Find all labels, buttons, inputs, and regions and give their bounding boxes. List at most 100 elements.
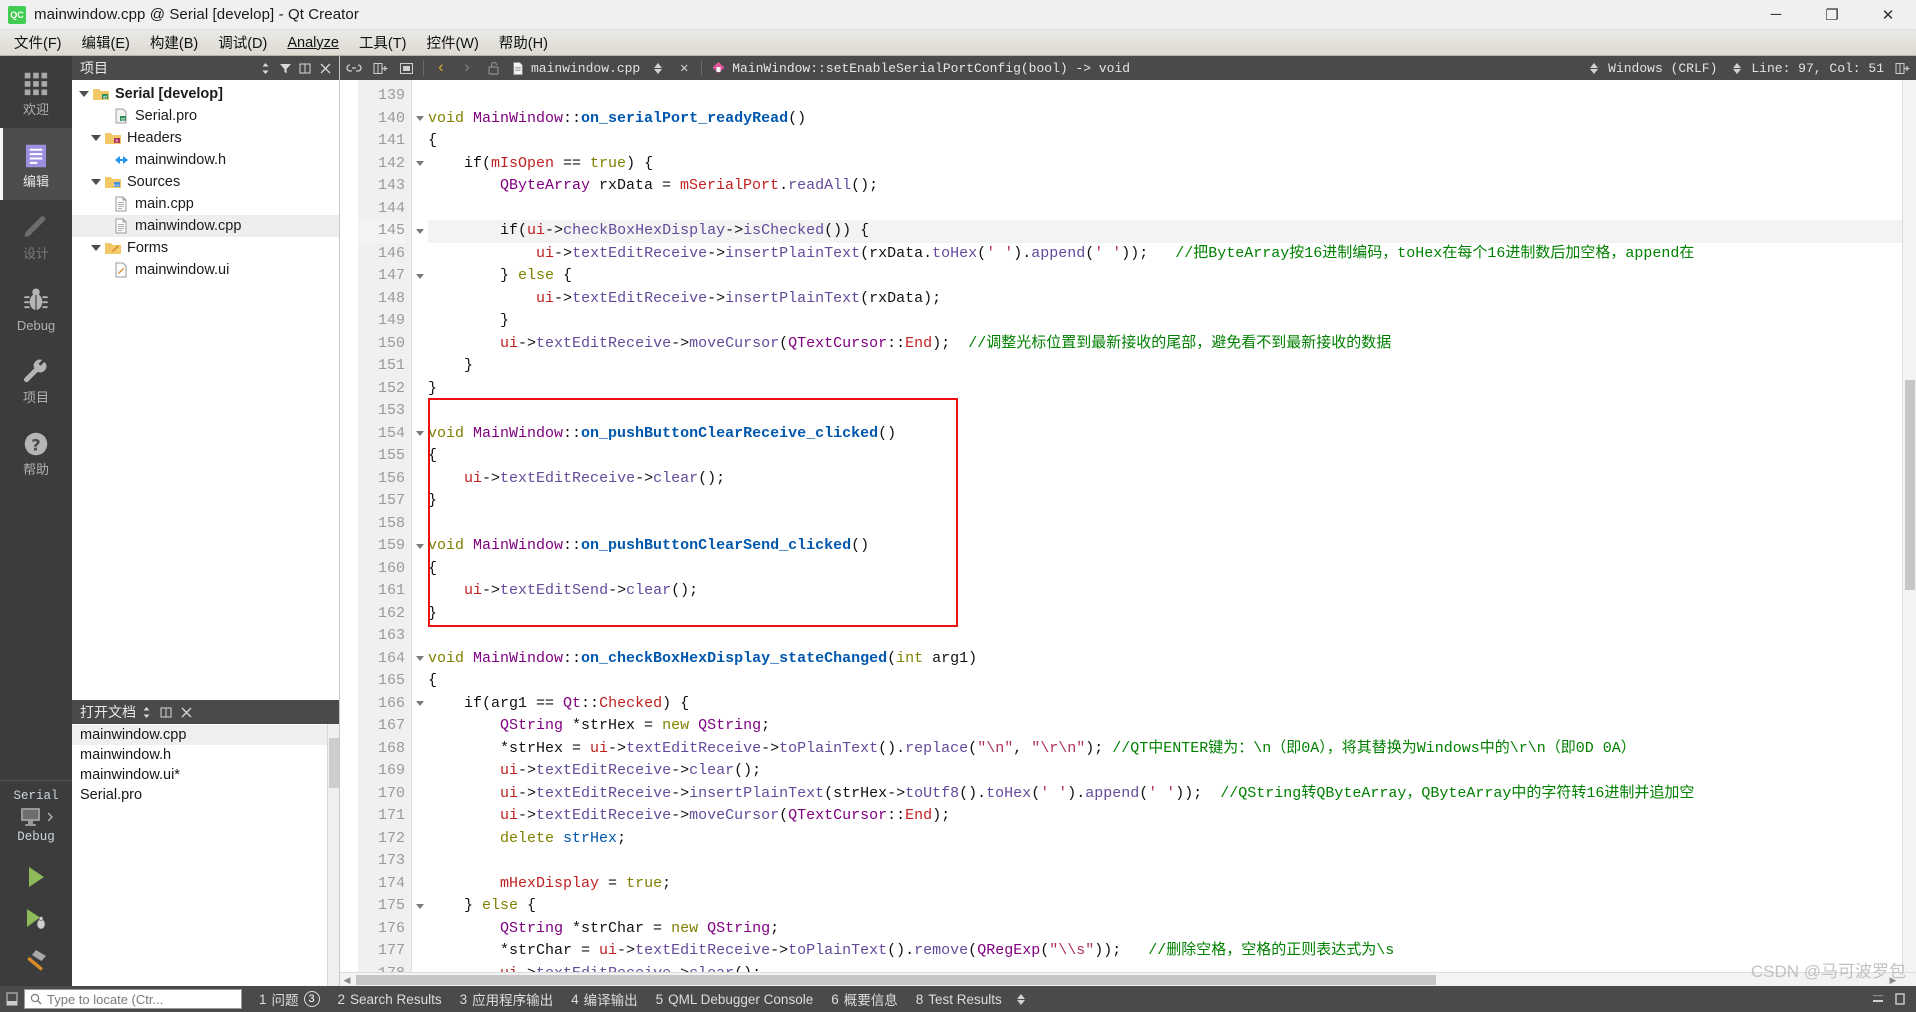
mode-design[interactable]: 设计 [0, 200, 72, 272]
code-line[interactable]: ui->textEditReceive->clear(); [428, 468, 1916, 491]
filter-icon[interactable] [275, 58, 295, 78]
cursor-pos-updown-icon[interactable] [1725, 57, 1749, 79]
code-line[interactable]: } else { [428, 895, 1916, 918]
code-line[interactable]: void MainWindow::on_pushButtonClearRecei… [428, 423, 1916, 446]
code-text[interactable]: void MainWindow::on_serialPort_readyRead… [428, 80, 1916, 972]
menu-analyze[interactable]: Analyze [277, 32, 349, 54]
code-line[interactable] [428, 625, 1916, 648]
split-icon[interactable] [156, 702, 176, 722]
code-line[interactable]: void MainWindow::on_checkBoxHexDisplay_s… [428, 648, 1916, 671]
code-line[interactable]: ui->textEditReceive->insertPlainText(rxD… [428, 288, 1916, 311]
link-split-icon[interactable] [342, 57, 366, 79]
code-line[interactable]: *strChar = ui->textEditReceive->toPlainT… [428, 940, 1916, 963]
expander-icon[interactable] [88, 135, 104, 141]
scrollbar-thumb[interactable] [1905, 380, 1915, 590]
open-doc-item[interactable]: mainwindow.cpp [72, 725, 339, 745]
split-icon[interactable] [295, 58, 315, 78]
tree-item-serial-pro[interactable]: qt Serial.pro [72, 105, 339, 127]
scrollbar-thumb[interactable] [329, 738, 339, 788]
cursor-position-label[interactable]: Line: 97, Col: 51 [1751, 61, 1888, 76]
code-editor[interactable]: 139 140 141 142 143 144 145 146 147 148 149 150 151 1… [340, 80, 1916, 972]
mode-welcome[interactable]: 欢迎 [0, 56, 72, 128]
code-line[interactable]: delete strHex; [428, 828, 1916, 851]
editor-marks-gutter[interactable] [340, 80, 358, 972]
fold-marker-icon[interactable] [412, 220, 428, 243]
output-tab-test-results[interactable]: 8 Test Results [907, 986, 1011, 1012]
file-combobox-updown-icon[interactable] [646, 57, 670, 79]
nav-forward-button[interactable]: › [455, 57, 479, 79]
code-line[interactable]: { [428, 445, 1916, 468]
code-line[interactable]: QString *strHex = new QString; [428, 715, 1916, 738]
unlock-icon[interactable] [481, 57, 505, 79]
mode-edit[interactable]: 编辑 [0, 128, 72, 200]
output-tab-general-messages[interactable]: 6 概要信息 [822, 986, 907, 1012]
expander-icon[interactable] [88, 245, 104, 251]
code-line[interactable]: *strHex = ui->textEditReceive->toPlainTe… [428, 738, 1916, 761]
fold-marker-icon[interactable] [412, 153, 428, 176]
nav-back-button[interactable]: ‹ [429, 57, 453, 79]
output-tab-app-output[interactable]: 3 应用程序输出 [451, 986, 563, 1012]
sort-icon[interactable] [136, 702, 156, 722]
output-tab-compile-output[interactable]: 4 编译输出 [562, 986, 647, 1012]
split-editor-icon[interactable] [1890, 57, 1914, 79]
open-doc-item[interactable]: mainwindow.ui* [72, 765, 339, 785]
mode-debug[interactable]: Debug [0, 272, 72, 344]
menu-help[interactable]: 帮助(H) [489, 29, 558, 56]
code-line[interactable]: } [428, 310, 1916, 333]
code-line[interactable]: } [428, 490, 1916, 513]
output-tab-search-results[interactable]: 2 Search Results [329, 986, 451, 1012]
code-line[interactable]: ui->textEditReceive->moveCursor(QTextCur… [428, 333, 1916, 356]
code-line[interactable]: { [428, 130, 1916, 153]
code-line[interactable] [428, 85, 1916, 108]
minimize-output-icon[interactable] [1868, 992, 1888, 1006]
expander-icon[interactable] [76, 91, 92, 97]
maximize-button[interactable]: ❐ [1804, 0, 1860, 30]
build-button[interactable] [20, 946, 52, 976]
fold-marker-icon[interactable] [412, 265, 428, 288]
line-ending-updown-icon[interactable] [1582, 57, 1606, 79]
output-tab-qml-debugger[interactable]: 5 QML Debugger Console [647, 986, 823, 1012]
menu-file[interactable]: 文件(F) [4, 29, 72, 56]
editor-horizontal-scrollbar[interactable]: ◀ ▶ [340, 972, 1916, 986]
output-tabs-overflow-icon[interactable] [1011, 993, 1031, 1005]
code-line[interactable]: ui->textEditReceive->clear(); [428, 963, 1916, 973]
editor-file-combobox[interactable]: mainwindow.cpp [507, 61, 644, 76]
fold-marker-icon[interactable] [412, 423, 428, 446]
menu-window[interactable]: 控件(W) [416, 29, 488, 56]
locator-input[interactable]: Type to locate (Ctr... [24, 989, 242, 1009]
code-line[interactable]: ui->textEditReceive->moveCursor(QTextCur… [428, 805, 1916, 828]
line-ending-label[interactable]: Windows (CRLF) [1608, 61, 1717, 76]
tree-item-forms[interactable]: Forms [72, 237, 339, 259]
output-pane-toggle-icon[interactable] [2, 992, 22, 1006]
minimize-button[interactable]: ─ [1748, 0, 1804, 30]
fold-marker-icon[interactable] [412, 108, 428, 131]
code-line[interactable]: } [428, 378, 1916, 401]
menu-edit[interactable]: 编辑(E) [72, 29, 140, 56]
code-line[interactable]: void MainWindow::on_pushButtonClearSend_… [428, 535, 1916, 558]
code-line[interactable]: QString *strChar = new QString; [428, 918, 1916, 941]
expander-icon[interactable] [88, 179, 104, 185]
code-line[interactable] [428, 198, 1916, 221]
code-line[interactable]: ui->textEditReceive->clear(); [428, 760, 1916, 783]
code-line[interactable]: if(arg1 == Qt::Checked) { [428, 693, 1916, 716]
output-tab-issues[interactable]: 1 问题 3 [250, 986, 329, 1012]
code-line[interactable]: void MainWindow::on_serialPort_readyRead… [428, 108, 1916, 131]
tree-item-mainwindow-ui[interactable]: mainwindow.ui [72, 259, 339, 281]
code-line[interactable]: { [428, 670, 1916, 693]
code-line[interactable]: } [428, 355, 1916, 378]
editor-vertical-scrollbar[interactable] [1902, 80, 1916, 972]
close-button[interactable]: ✕ [1860, 0, 1916, 30]
code-line[interactable]: } [428, 603, 1916, 626]
close-icon[interactable] [176, 702, 196, 722]
fold-marker-icon[interactable] [412, 535, 428, 558]
tree-item-headers[interactable]: h Headers [72, 127, 339, 149]
symbol-combobox[interactable]: MainWindow::setEnableSerialPortConfig(bo… [707, 61, 1134, 76]
scroll-left-icon[interactable]: ◀ [340, 973, 354, 987]
tree-item-project[interactable]: qt Serial [develop] [72, 83, 339, 105]
scrollbar-thumb[interactable] [356, 975, 1436, 985]
fold-marker-icon[interactable] [412, 895, 428, 918]
code-line[interactable] [428, 513, 1916, 536]
tree-item-mainwindow-h[interactable]: mainwindow.h [72, 149, 339, 171]
close-document-button[interactable]: ✕ [672, 57, 696, 79]
fold-markers-gutter[interactable] [412, 80, 428, 972]
